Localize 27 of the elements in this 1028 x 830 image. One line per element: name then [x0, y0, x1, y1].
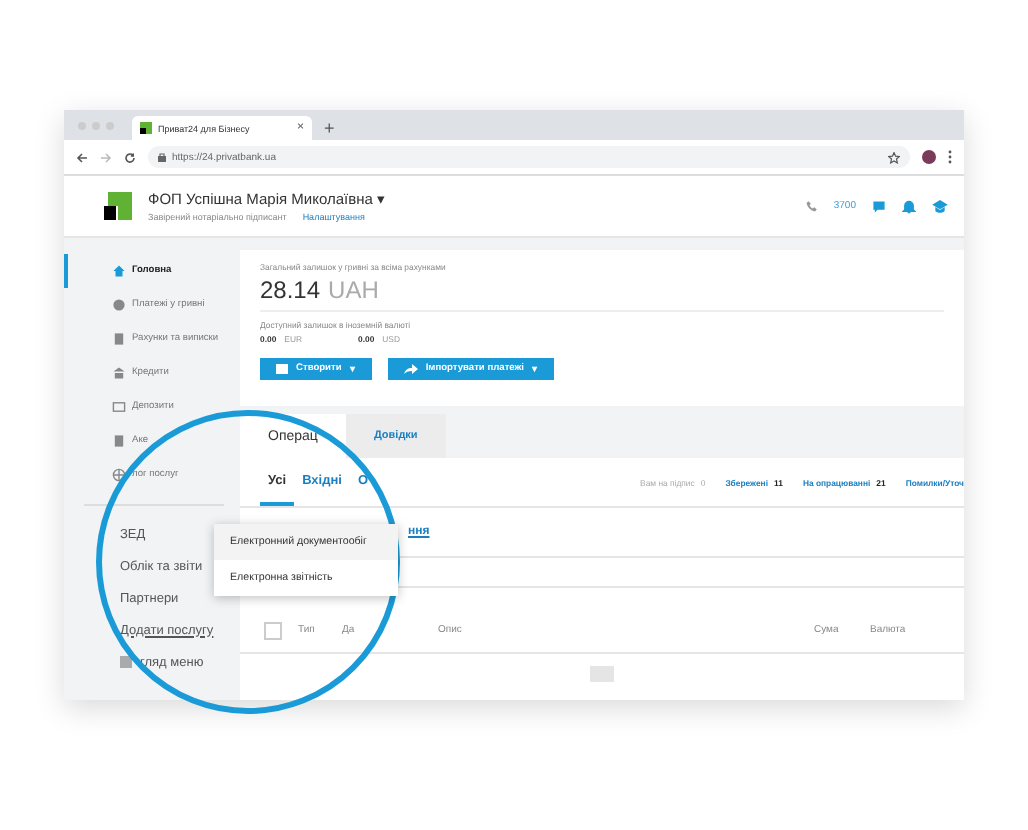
lock-icon [158, 152, 166, 162]
document-icon [112, 332, 126, 346]
document-icon [112, 434, 126, 448]
card-icon [112, 400, 126, 414]
bank-icon [112, 366, 126, 380]
grid-icon [120, 656, 132, 668]
wallet-icon [276, 364, 288, 374]
chat-icon[interactable] [872, 199, 886, 213]
coin-icon [112, 298, 126, 312]
avatar-icon[interactable] [922, 150, 936, 164]
star-icon[interactable] [888, 151, 900, 163]
balance-currency: UAH [328, 276, 379, 304]
select-all-checkbox[interactable] [264, 621, 282, 639]
phone-icon [805, 200, 818, 212]
bell-icon[interactable] [902, 199, 916, 213]
window-controls-icon [76, 120, 120, 132]
reload-icon[interactable] [124, 151, 136, 163]
back-icon[interactable] [76, 151, 88, 163]
new-tab-button[interactable]: + [324, 118, 335, 138]
balance-amount: 28.14 [260, 276, 321, 304]
share-icon [403, 364, 418, 374]
home-icon [112, 264, 126, 278]
graduation-cap-icon[interactable] [932, 199, 948, 213]
logo-icon [104, 192, 132, 220]
favicon-icon [140, 122, 152, 134]
globe-icon [112, 468, 126, 482]
forward-icon[interactable] [100, 151, 112, 163]
